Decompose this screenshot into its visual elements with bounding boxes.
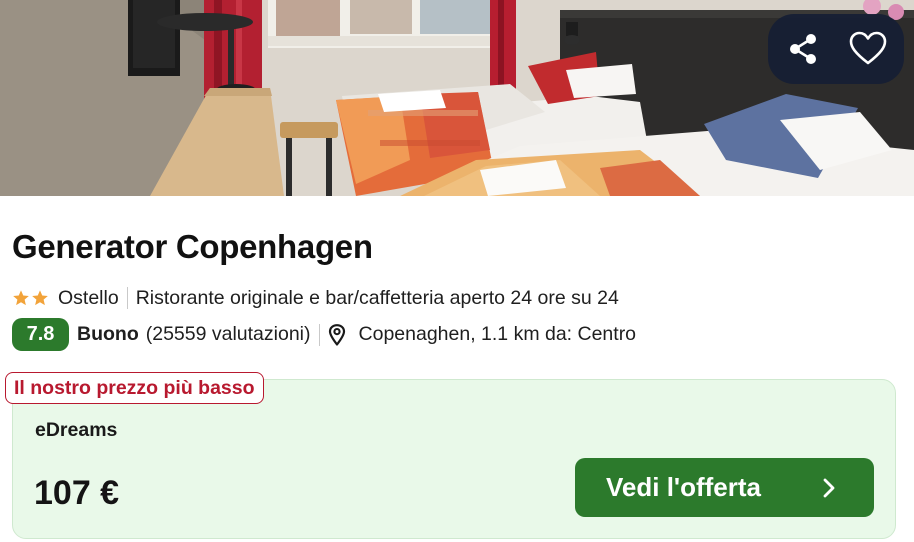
view-deal-label: Vedi l'offerta — [606, 472, 761, 502]
divider — [126, 287, 128, 309]
view-deal-button[interactable]: Vedi l'offerta — [575, 458, 874, 517]
review-count: (25559 valutazioni) — [145, 323, 311, 345]
chevron-right-icon — [822, 477, 836, 499]
share-icon — [790, 34, 816, 64]
hotel-photo[interactable] — [0, 0, 914, 196]
accommodation-type: Ostello — [58, 286, 119, 309]
favorite-button[interactable] — [846, 27, 890, 71]
share-button[interactable] — [781, 27, 825, 71]
divider — [318, 323, 320, 346]
rating-label: Buono — [77, 323, 139, 345]
star-rating — [12, 289, 49, 307]
rating-score-badge: 7.8 — [12, 318, 69, 351]
provider-name: eDreams — [35, 419, 118, 441]
heart-outline-icon — [849, 31, 887, 65]
star-icon — [13, 290, 29, 306]
hotel-name[interactable]: Generator Copenhagen — [12, 228, 373, 266]
lowest-price-badge: Il nostro prezzo più basso — [5, 372, 264, 404]
hotel-meta-row: Ostello Ristorante originale e bar/caffe… — [12, 286, 619, 310]
rating-row: 7.8 Buono (25559 valutazioni) Copenaghen… — [12, 318, 636, 351]
location-text[interactable]: Copenaghen, 1.1 km da: Centro — [359, 323, 637, 346]
photo-action-bar — [768, 14, 904, 84]
star-icon — [32, 290, 48, 306]
map-pin-icon — [328, 323, 346, 346]
hotel-feature: Ristorante originale e bar/caffetteria a… — [135, 286, 619, 309]
price: 107 € — [34, 474, 120, 512]
